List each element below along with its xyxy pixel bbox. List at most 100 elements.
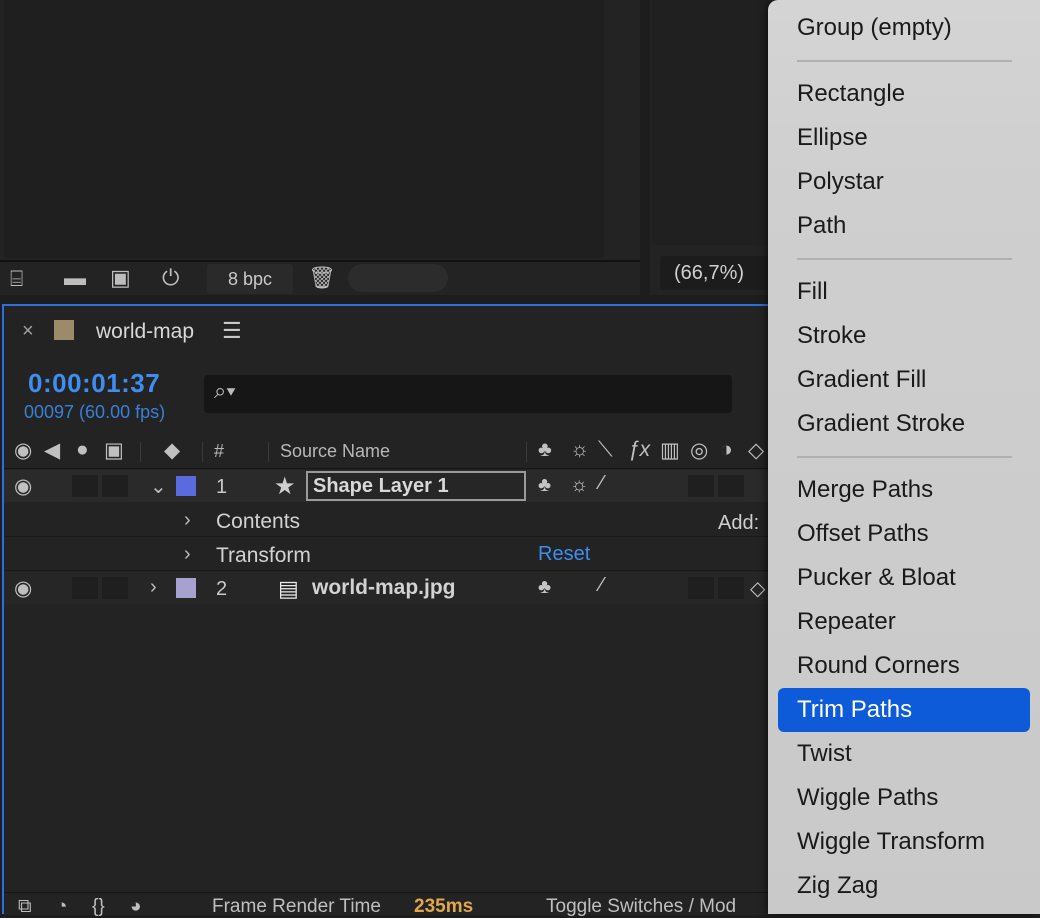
lock-toggle[interactable] bbox=[102, 475, 128, 497]
layer-number: 2 bbox=[216, 578, 228, 600]
menu-item-path[interactable]: Path bbox=[797, 212, 846, 240]
3d-switch-icon[interactable]: ◇ bbox=[750, 576, 765, 601]
adjustment-switch[interactable] bbox=[718, 577, 744, 599]
shape-layer-star-icon: ★ bbox=[274, 473, 296, 500]
expand-chevron-icon[interactable]: › bbox=[184, 509, 191, 532]
menu-item-zig-zag[interactable]: Zig Zag bbox=[797, 872, 878, 900]
layer-name-field[interactable]: Shape Layer 1 bbox=[306, 471, 526, 501]
motion-blur-switch[interactable] bbox=[688, 577, 714, 599]
menu-item-fill[interactable]: Fill bbox=[797, 278, 828, 306]
menu-item-round-corners[interactable]: Round Corners bbox=[797, 652, 960, 680]
property-row[interactable] bbox=[4, 538, 774, 571]
image-file-icon: ▤ bbox=[278, 576, 299, 601]
menu-item-wiggle-transform[interactable]: Wiggle Transform bbox=[797, 828, 985, 856]
menu-item-pucker-bloat[interactable]: Pucker & Bloat bbox=[797, 564, 956, 592]
menu-item-gradient-stroke[interactable]: Gradient Stroke bbox=[797, 410, 965, 438]
menu-item-gradient-fill[interactable]: Gradient Fill bbox=[797, 366, 926, 394]
layer-search-input[interactable] bbox=[204, 375, 732, 413]
column-divider bbox=[140, 442, 141, 462]
label-tag-icon[interactable]: ◆ bbox=[164, 438, 180, 463]
visibility-eye-icon[interactable]: ◉ bbox=[14, 576, 32, 601]
menu-separator bbox=[797, 258, 1012, 260]
menu-item-merge-paths[interactable]: Merge Paths bbox=[797, 476, 933, 504]
panel-divider bbox=[0, 260, 640, 262]
effects-icon[interactable]: ƒx bbox=[628, 438, 650, 462]
contents-property-label[interactable]: Contents bbox=[216, 510, 300, 534]
render-time-icon[interactable]: ◕ bbox=[130, 896, 141, 918]
menu-item-twist[interactable]: Twist bbox=[797, 740, 852, 768]
menu-item-polystar[interactable]: Polystar bbox=[797, 168, 884, 196]
motion-blur-icon[interactable]: ◎ bbox=[690, 438, 708, 463]
frame-count: 00097 (60.00 fps) bbox=[24, 402, 166, 422]
timeline-tab-title[interactable]: world-map bbox=[96, 320, 194, 344]
lock-icon[interactable]: ▣ bbox=[104, 438, 124, 463]
menu-item-repeater[interactable]: Repeater bbox=[797, 608, 896, 636]
collapse-chevron-icon[interactable]: ⌄ bbox=[150, 474, 167, 499]
column-divider bbox=[526, 442, 527, 462]
transform-property-label[interactable]: Transform bbox=[216, 544, 311, 568]
menu-item-rectangle[interactable]: Rectangle bbox=[797, 80, 905, 108]
bpc-button[interactable]: 8 bpc bbox=[207, 264, 293, 294]
quality-switch-icon[interactable]: ⁄ bbox=[600, 574, 603, 597]
collapse-switch-icon[interactable]: ☼ bbox=[570, 474, 588, 497]
menu-separator bbox=[797, 60, 1012, 62]
comp-icon[interactable]: ⧉ bbox=[18, 896, 32, 918]
zoom-dropdown[interactable]: (66,7%) bbox=[660, 256, 770, 290]
project-list-area[interactable] bbox=[4, 0, 604, 258]
render-time-value: 235ms bbox=[414, 896, 474, 917]
interpret-footage-icon[interactable]: ⌸ bbox=[10, 264, 23, 294]
collapse-icon[interactable]: ☼ bbox=[570, 438, 589, 462]
transfer-controls-icon[interactable]: ◔ bbox=[56, 896, 67, 918]
in-out-icon[interactable]: {} bbox=[92, 896, 105, 918]
solo-icon[interactable]: ● bbox=[76, 438, 89, 462]
lock-toggle[interactable] bbox=[102, 577, 128, 599]
quality-icon[interactable]: ⟍ bbox=[598, 438, 613, 462]
search-icon: ⌕▾ bbox=[214, 378, 236, 403]
audio-icon[interactable]: ◀ bbox=[44, 438, 60, 463]
menu-item-trim-paths[interactable]: Trim Paths bbox=[797, 696, 912, 724]
trash-icon[interactable]: 🗑 bbox=[308, 263, 336, 293]
eye-icon[interactable]: ◉ bbox=[14, 438, 32, 463]
flow-toggle[interactable] bbox=[348, 264, 448, 292]
3d-layer-icon[interactable]: ◇ bbox=[748, 438, 764, 463]
menu-separator bbox=[797, 456, 1012, 458]
expand-chevron-icon[interactable]: › bbox=[184, 543, 191, 566]
toggle-switches-modes-button[interactable]: Toggle Switches / Mod bbox=[546, 896, 736, 918]
add-menu-button[interactable]: Add: bbox=[718, 512, 759, 535]
shy-switch-icon[interactable]: ♣ bbox=[538, 576, 551, 599]
visibility-eye-icon[interactable]: ◉ bbox=[14, 474, 32, 499]
composition-viewer[interactable] bbox=[652, 0, 772, 245]
reset-link[interactable]: Reset bbox=[538, 543, 590, 566]
close-icon[interactable]: × bbox=[22, 320, 34, 343]
flowchart-icon[interactable]: ⏻ bbox=[162, 263, 179, 293]
layer-label-swatch[interactable] bbox=[176, 578, 196, 598]
shy-switch-icon[interactable]: ♣ bbox=[538, 474, 551, 497]
shy-icon[interactable]: ♣ bbox=[538, 438, 552, 462]
menu-item-offset-paths[interactable]: Offset Paths bbox=[797, 520, 929, 548]
adjustment-switch[interactable] bbox=[718, 475, 744, 497]
solo-toggle[interactable] bbox=[72, 475, 98, 497]
quality-switch-icon[interactable]: ⁄ bbox=[600, 472, 603, 495]
column-divider bbox=[202, 442, 203, 462]
column-divider bbox=[268, 442, 269, 462]
menu-item-stroke[interactable]: Stroke bbox=[797, 322, 866, 350]
composition-label-swatch bbox=[54, 320, 74, 340]
folder-icon[interactable]: ▬ bbox=[64, 263, 86, 293]
current-time-display[interactable]: 0:00:01:37 bbox=[28, 368, 160, 399]
panel-menu-icon[interactable]: ☰ bbox=[222, 318, 242, 344]
menu-item-group-empty[interactable]: Group (empty) bbox=[797, 14, 952, 42]
layer-number: 1 bbox=[216, 476, 228, 498]
layer-label-swatch[interactable] bbox=[176, 476, 196, 496]
render-time-label: Frame Render Time bbox=[212, 896, 381, 917]
layer-name[interactable]: world-map.jpg bbox=[312, 576, 456, 600]
menu-item-ellipse[interactable]: Ellipse bbox=[797, 124, 868, 152]
adjustment-layer-icon[interactable]: ◑ bbox=[720, 438, 733, 462]
source-name-column-header[interactable]: Source Name bbox=[280, 441, 390, 462]
solo-toggle[interactable] bbox=[72, 577, 98, 599]
composition-icon[interactable]: ▣ bbox=[110, 263, 131, 293]
property-row[interactable] bbox=[4, 504, 774, 537]
frame-blend-icon[interactable]: ▥ bbox=[660, 438, 680, 463]
menu-item-wiggle-paths[interactable]: Wiggle Paths bbox=[797, 784, 938, 812]
motion-blur-switch[interactable] bbox=[688, 475, 714, 497]
expand-chevron-icon[interactable]: › bbox=[150, 576, 157, 599]
